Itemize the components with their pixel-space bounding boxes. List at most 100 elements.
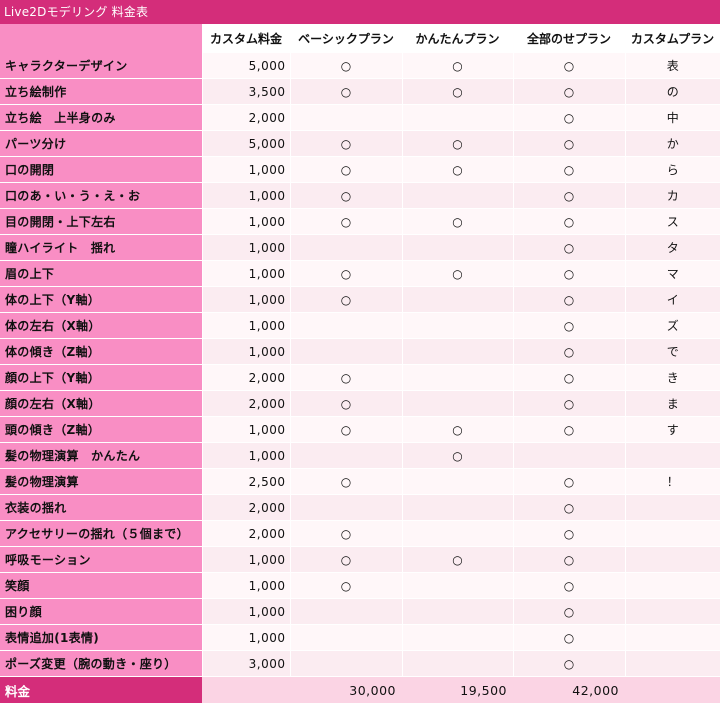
table-row: 立ち絵 上半身のみ2,000 ○中 [0, 105, 720, 131]
custom-plan-cell [625, 443, 720, 469]
table-row: キャラクターデザイン5,000○○○表 [0, 53, 720, 79]
table-row: 眉の上下1,000○○○マ [0, 261, 720, 287]
custom-plan-cell: ！ [625, 469, 720, 495]
header-full-plan: 全部のせプラン [513, 24, 625, 53]
feature-label: 体の上下（Y軸） [0, 287, 202, 313]
table-row: 体の傾き（Z軸）1,000○で [0, 339, 720, 365]
price-cell: 5,000 [202, 53, 290, 79]
feature-label: 表情追加(1表情) [0, 625, 202, 651]
total-basic-plan: 30,000 [290, 677, 402, 703]
full-plan-cell: ○ [513, 651, 625, 677]
full-plan-cell: ○ [513, 105, 625, 131]
full-plan-cell: ○ [513, 209, 625, 235]
feature-label: キャラクターデザイン [0, 53, 202, 79]
price-cell: 2,000 [202, 495, 290, 521]
price-cell: 1,000 [202, 287, 290, 313]
easy-plan-cell [402, 105, 513, 131]
full-plan-cell: ○ [513, 573, 625, 599]
price-cell: 1,000 [202, 157, 290, 183]
basic-plan-cell: ○ [290, 547, 402, 573]
full-plan-cell: ○ [513, 183, 625, 209]
easy-plan-cell: ○ [402, 261, 513, 287]
feature-label: アクセサリーの揺れ（５個まで） [0, 521, 202, 547]
basic-plan-cell: ○ [290, 469, 402, 495]
easy-plan-cell [402, 469, 513, 495]
custom-plan-cell: マ [625, 261, 720, 287]
price-cell: 5,000 [202, 131, 290, 157]
table-row: 困り顔1,000○ [0, 599, 720, 625]
basic-plan-cell: ○ [290, 365, 402, 391]
table-row: パーツ分け5,000○○○か [0, 131, 720, 157]
easy-plan-cell: ○ [402, 209, 513, 235]
basic-plan-cell: ○ [290, 53, 402, 79]
basic-plan-cell [290, 443, 402, 469]
custom-plan-cell: で [625, 339, 720, 365]
basic-plan-cell: ○ [290, 183, 402, 209]
basic-plan-cell: ○ [290, 521, 402, 547]
table-row: 口の開閉1,000○○○ら [0, 157, 720, 183]
basic-plan-cell [290, 625, 402, 651]
table-row: 髪の物理演算 かんたん1,000○ [0, 443, 720, 469]
table-row: 呼吸モーション1,000○○○ [0, 547, 720, 573]
total-row: 料金30,00019,50042,000 [0, 677, 720, 703]
feature-label: 衣装の揺れ [0, 495, 202, 521]
price-cell: 3,000 [202, 651, 290, 677]
full-plan-cell: ○ [513, 469, 625, 495]
table-row: 口のあ・い・う・え・お1,000○○カ [0, 183, 720, 209]
price-cell: 2,000 [202, 521, 290, 547]
custom-plan-cell: き [625, 365, 720, 391]
custom-plan-cell [625, 495, 720, 521]
feature-label: 頭の傾き（Z軸） [0, 417, 202, 443]
table-row: 体の左右（X軸）1,000○ズ [0, 313, 720, 339]
basic-plan-cell: ○ [290, 131, 402, 157]
easy-plan-cell [402, 183, 513, 209]
easy-plan-cell [402, 521, 513, 547]
price-cell: 1,000 [202, 417, 290, 443]
custom-plan-cell [625, 651, 720, 677]
easy-plan-cell: ○ [402, 79, 513, 105]
full-plan-cell: ○ [513, 339, 625, 365]
price-cell: 1,000 [202, 625, 290, 651]
table-row: 表情追加(1表情)1,000 ○ [0, 625, 720, 651]
custom-plan-cell: の [625, 79, 720, 105]
price-cell: 2,500 [202, 469, 290, 495]
price-cell: 3,500 [202, 79, 290, 105]
feature-label: 体の傾き（Z軸） [0, 339, 202, 365]
feature-label: 口の開閉 [0, 157, 202, 183]
table-row: 頭の傾き（Z軸）1,000○○○す [0, 417, 720, 443]
header-corner [0, 24, 202, 53]
easy-plan-cell [402, 235, 513, 261]
price-cell: 1,000 [202, 573, 290, 599]
feature-label: 瞳ハイライト 揺れ [0, 235, 202, 261]
feature-label: 髪の物理演算 [0, 469, 202, 495]
feature-label: 立ち絵 上半身のみ [0, 105, 202, 131]
total-custom-price [202, 677, 290, 703]
header-row: カスタム料金 ベーシックプラン かんたんプラン 全部のせプラン カスタムプラン [0, 24, 720, 53]
feature-label: 体の左右（X軸） [0, 313, 202, 339]
easy-plan-cell: ○ [402, 417, 513, 443]
full-plan-cell: ○ [513, 131, 625, 157]
full-plan-cell: ○ [513, 599, 625, 625]
basic-plan-cell [290, 235, 402, 261]
table-row: 笑顔1,000○○ [0, 573, 720, 599]
table-row: 瞳ハイライト 揺れ1,000○タ [0, 235, 720, 261]
custom-plan-cell [625, 625, 720, 651]
easy-plan-cell [402, 651, 513, 677]
total-label: 料金 [0, 677, 202, 703]
custom-plan-cell: ズ [625, 313, 720, 339]
basic-plan-cell [290, 339, 402, 365]
easy-plan-cell: ○ [402, 157, 513, 183]
basic-plan-cell: ○ [290, 417, 402, 443]
price-cell: 1,000 [202, 599, 290, 625]
easy-plan-cell: ○ [402, 443, 513, 469]
table-row: 目の開閉・上下左右1,000○○○ス [0, 209, 720, 235]
custom-plan-cell: ま [625, 391, 720, 417]
custom-plan-cell: 中 [625, 105, 720, 131]
full-plan-cell: ○ [513, 261, 625, 287]
header-custom-plan: カスタムプラン [625, 24, 720, 53]
price-cell: 1,000 [202, 209, 290, 235]
full-plan-cell: ○ [513, 391, 625, 417]
price-cell: 2,000 [202, 105, 290, 131]
basic-plan-cell: ○ [290, 79, 402, 105]
full-plan-cell: ○ [513, 625, 625, 651]
